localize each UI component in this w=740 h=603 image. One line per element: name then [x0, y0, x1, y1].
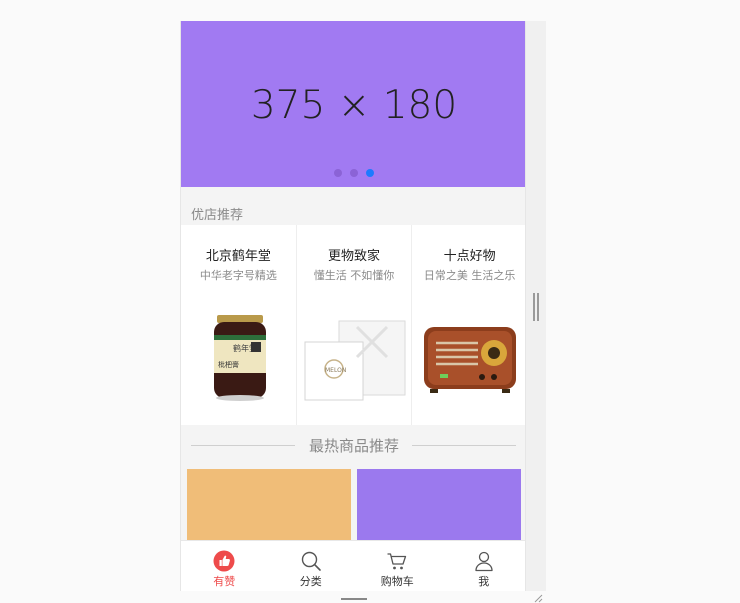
search-icon	[299, 550, 323, 572]
hot-products-header: 最热商品推荐	[181, 425, 525, 465]
phone-screen: 375 × 180 优店推荐 北京鹤年堂 中华老字号精选 鹤年堂 枇杷膏 更物致…	[180, 21, 526, 591]
home-indicator	[341, 598, 367, 600]
honey-jar-image: 鹤年堂 枇杷膏	[214, 315, 266, 401]
product-tile[interactable]	[187, 469, 351, 544]
shop-name: 更物致家	[328, 249, 381, 264]
tab-label: 购物车	[380, 575, 414, 588]
resize-handle-icon[interactable]	[533, 593, 543, 603]
carousel-dot[interactable]	[334, 169, 342, 177]
divider-right	[412, 445, 516, 446]
svg-text:枇杷膏: 枇杷膏	[218, 360, 239, 369]
svg-text:MELON: MELON	[325, 367, 346, 374]
banner-placeholder-text: 375 × 180	[250, 83, 458, 128]
tab-like[interactable]: 有赞	[181, 541, 268, 591]
thumb-up-icon	[212, 550, 236, 572]
shop-card[interactable]: 更物致家 懂生活 不如懂你 MELON	[297, 225, 413, 425]
tab-label: 有赞	[213, 575, 236, 588]
tab-me[interactable]: 我	[441, 541, 526, 591]
shop-list: 北京鹤年堂 中华老字号精选 鹤年堂 枇杷膏 更物致家 懂生活 不如懂你 MELO…	[181, 225, 525, 425]
carousel-dot-active[interactable]	[366, 169, 374, 177]
retro-radio-image	[424, 327, 517, 393]
carousel-dots	[334, 169, 374, 177]
scrollbar-thumb[interactable]	[533, 293, 539, 321]
shop-subtitle: 中华老字号精选	[199, 269, 277, 282]
section-title-recommend: 优店推荐	[191, 208, 244, 223]
product-tile[interactable]	[357, 469, 521, 544]
tab-label: 分类	[299, 575, 322, 588]
shop-subtitle: 日常之美 生活之乐	[423, 269, 516, 282]
user-icon	[472, 550, 496, 572]
tab-category[interactable]: 分类	[268, 541, 355, 591]
banner-carousel[interactable]: 375 × 180	[181, 21, 525, 187]
shop-name: 十点好物	[443, 249, 496, 264]
cart-icon	[385, 550, 409, 572]
shop-card[interactable]: 十点好物 日常之美 生活之乐	[412, 225, 525, 425]
gift-box-image: MELON	[304, 320, 406, 401]
shop-name: 北京鹤年堂	[205, 249, 271, 264]
tab-bar: 有赞 分类 购物车 我	[181, 540, 526, 591]
tab-cart[interactable]: 购物车	[354, 541, 441, 591]
shop-subtitle: 懂生活 不如懂你	[313, 269, 395, 282]
shop-card[interactable]: 北京鹤年堂 中华老字号精选 鹤年堂 枇杷膏	[181, 225, 297, 425]
carousel-dot[interactable]	[350, 169, 358, 177]
tab-label: 我	[478, 575, 490, 588]
